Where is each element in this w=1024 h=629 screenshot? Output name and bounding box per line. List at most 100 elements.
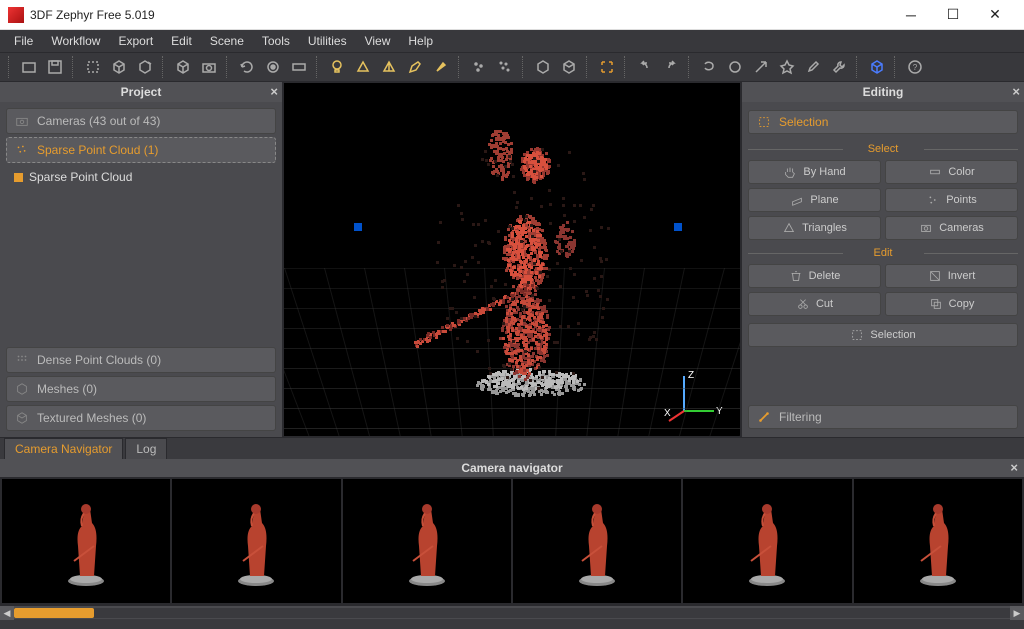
invert-button[interactable]: Invert <box>885 264 1018 288</box>
camera-thumbnail[interactable] <box>854 479 1022 603</box>
sparse-point-cloud-group[interactable]: Sparse Point Cloud (1) <box>6 137 276 163</box>
window-title: 3DF Zephyr Free 5.019 <box>30 8 890 22</box>
color-button[interactable]: Color <box>885 160 1018 184</box>
tab-camera-navigator[interactable]: Camera Navigator <box>4 438 123 459</box>
camnav-close-icon[interactable]: × <box>1010 459 1018 477</box>
camnav-scrollbar[interactable]: ◀ ▶ <box>0 605 1024 619</box>
arrow-icon[interactable] <box>750 56 772 78</box>
triangles-button[interactable]: Triangles <box>748 216 881 240</box>
textured-icon <box>15 411 29 425</box>
copy-button[interactable]: Copy <box>885 292 1018 316</box>
brush-icon[interactable] <box>430 56 452 78</box>
menu-tools[interactable]: Tools <box>254 32 298 50</box>
dense-point-clouds-group[interactable]: Dense Point Clouds (0) <box>6 347 276 373</box>
bbox-icon[interactable] <box>82 56 104 78</box>
maximize-button[interactable]: ☐ <box>932 1 974 29</box>
camera-thumbnail[interactable] <box>683 479 851 603</box>
by-hand-button[interactable]: By Hand <box>748 160 881 184</box>
meshes-label: Meshes (0) <box>37 382 97 396</box>
filtering-icon <box>757 410 771 424</box>
wasd-icon[interactable] <box>288 56 310 78</box>
undo-icon[interactable] <box>634 56 656 78</box>
dropper-icon[interactable] <box>802 56 824 78</box>
mesh-icon <box>15 382 29 396</box>
selection-label: Selection <box>779 115 828 129</box>
select-section-label: Select <box>748 143 1018 155</box>
menu-utilities[interactable]: Utilities <box>300 32 355 50</box>
camera-thumbnail[interactable] <box>513 479 681 603</box>
meshes-group[interactable]: Meshes (0) <box>6 376 276 402</box>
delete-button[interactable]: Delete <box>748 264 881 288</box>
menu-view[interactable]: View <box>357 32 399 50</box>
points-icon <box>15 143 29 157</box>
scroll-handle[interactable] <box>14 608 94 618</box>
export-icon[interactable] <box>134 56 156 78</box>
camera-thumbnail[interactable] <box>2 479 170 603</box>
wireframe-icon[interactable] <box>172 56 194 78</box>
project-close-icon[interactable]: × <box>270 82 278 102</box>
scatter2-icon[interactable] <box>494 56 516 78</box>
editing-close-icon[interactable]: × <box>1012 82 1020 102</box>
cube-icon[interactable] <box>108 56 130 78</box>
dense-icon <box>15 353 29 367</box>
app-logo-icon <box>8 7 24 23</box>
project-panel-title: Project × <box>0 82 282 102</box>
lower-tabs: Camera Navigator Log <box>0 437 1024 459</box>
menubar: File Workflow Export Edit Scene Tools Ut… <box>0 30 1024 52</box>
close-button[interactable]: ✕ <box>974 1 1016 29</box>
points-button[interactable]: Points <box>885 188 1018 212</box>
camera-thumbnail[interactable] <box>343 479 511 603</box>
minimize-button[interactable]: ─ <box>890 1 932 29</box>
tri1-icon[interactable] <box>352 56 374 78</box>
menu-help[interactable]: Help <box>400 32 441 50</box>
dense-label: Dense Point Clouds (0) <box>37 353 161 367</box>
tri2-icon[interactable] <box>378 56 400 78</box>
scatter1-icon[interactable] <box>468 56 490 78</box>
open-icon[interactable] <box>18 56 40 78</box>
cut-button[interactable]: Cut <box>748 292 881 316</box>
scroll-right-icon[interactable]: ▶ <box>1010 606 1024 620</box>
sparse-color-swatch <box>14 173 23 182</box>
camera-thumbnail[interactable] <box>172 479 340 603</box>
menu-scene[interactable]: Scene <box>202 32 252 50</box>
tab-log[interactable]: Log <box>125 438 167 459</box>
plane-button[interactable]: Plane <box>748 188 881 212</box>
sparse-label: Sparse Point Cloud (1) <box>37 143 158 157</box>
orbit-icon[interactable] <box>262 56 284 78</box>
menu-file[interactable]: File <box>6 32 41 50</box>
svg-text:X: X <box>664 408 671 419</box>
cameras-button[interactable]: Cameras <box>885 216 1018 240</box>
focus-icon[interactable] <box>596 56 618 78</box>
menu-export[interactable]: Export <box>110 32 161 50</box>
wrench-icon[interactable] <box>828 56 850 78</box>
scroll-left-icon[interactable]: ◀ <box>0 606 14 620</box>
redo-icon[interactable] <box>660 56 682 78</box>
svg-text:?: ? <box>913 63 918 72</box>
lightbulb-icon[interactable] <box>326 56 348 78</box>
star-icon[interactable] <box>776 56 798 78</box>
filtering-accordion[interactable]: Filtering <box>748 405 1018 429</box>
viewport[interactable]: Z Y X <box>283 82 741 437</box>
editing-panel: Editing × Selection Select By Hand Color… <box>741 82 1024 437</box>
camera-icon[interactable] <box>198 56 220 78</box>
cube3-icon[interactable] <box>558 56 580 78</box>
save-icon[interactable] <box>44 56 66 78</box>
camera-navigator-title: Camera navigator × <box>0 459 1024 477</box>
menu-edit[interactable]: Edit <box>163 32 200 50</box>
titlebar: 3DF Zephyr Free 5.019 ─ ☐ ✕ <box>0 0 1024 30</box>
menu-workflow[interactable]: Workflow <box>43 32 108 50</box>
project-panel: Project × Cameras (43 out of 43) Sparse … <box>0 82 283 437</box>
textured-meshes-group[interactable]: Textured Meshes (0) <box>6 405 276 431</box>
pencil-icon[interactable] <box>404 56 426 78</box>
filtering-label: Filtering <box>779 410 822 424</box>
lasso-icon[interactable] <box>698 56 720 78</box>
cameras-group[interactable]: Cameras (43 out of 43) <box>6 108 276 134</box>
help-icon[interactable]: ? <box>904 56 926 78</box>
sparse-item[interactable]: Sparse Point Cloud <box>6 166 276 188</box>
circle-icon[interactable] <box>724 56 746 78</box>
blue-cube-icon[interactable] <box>866 56 888 78</box>
refresh-icon[interactable] <box>236 56 258 78</box>
cube2-icon[interactable] <box>532 56 554 78</box>
selection-accordion[interactable]: Selection <box>748 110 1018 134</box>
selection-button[interactable]: Selection <box>748 323 1018 347</box>
